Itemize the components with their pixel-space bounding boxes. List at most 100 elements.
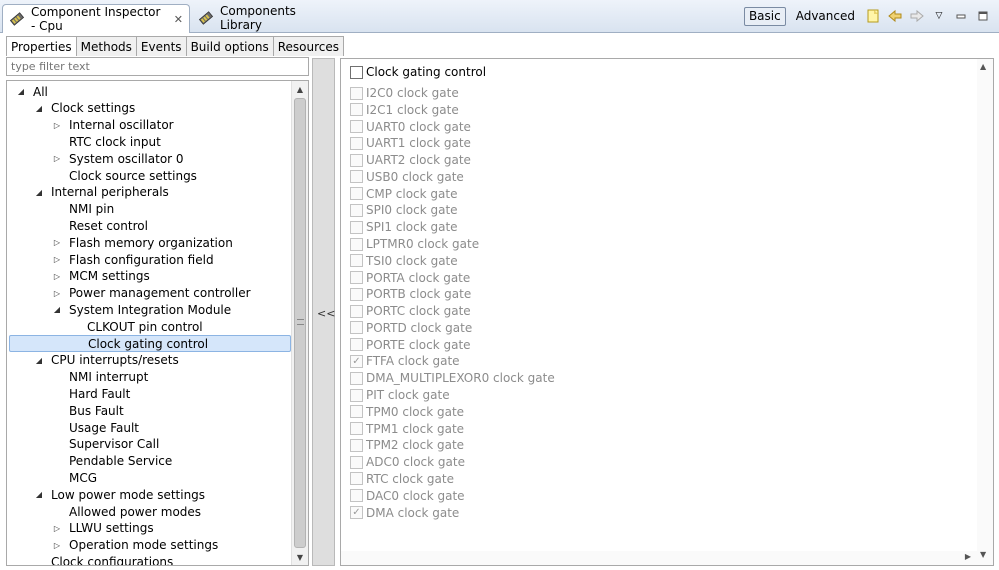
clock-gate-checkbox[interactable]: TPM0 clock gate — [350, 404, 464, 420]
clock-gating-control-checkbox[interactable]: Clock gating control — [350, 64, 486, 80]
tree-item[interactable]: NMI interrupt — [7, 369, 148, 386]
checkbox[interactable] — [350, 321, 363, 335]
tab-methods[interactable]: Methods — [75, 36, 137, 56]
checkbox[interactable] — [350, 472, 363, 486]
back-arrow-icon[interactable] — [887, 8, 903, 24]
tree-item[interactable]: ◢ Clock settings — [7, 100, 135, 117]
collapsed-arrow-icon[interactable]: ▷ — [51, 272, 63, 281]
scroll-up-icon[interactable]: ▲ — [292, 81, 308, 97]
maximize-icon[interactable] — [975, 8, 991, 24]
checkmark-icon[interactable]: ✓ — [350, 354, 363, 368]
checkbox[interactable] — [350, 220, 363, 234]
checkbox[interactable] — [350, 287, 363, 301]
collapsed-arrow-icon[interactable]: ▷ — [51, 255, 63, 264]
clock-gate-checkbox[interactable]: PORTA clock gate — [350, 270, 470, 286]
tab-events[interactable]: Events — [135, 36, 187, 56]
checkbox[interactable] — [350, 388, 363, 402]
checkbox[interactable] — [350, 120, 363, 134]
collapse-pane-button[interactable]: << — [317, 307, 335, 320]
filter-input[interactable] — [6, 57, 309, 76]
tree-item[interactable]: RTC clock input — [7, 133, 161, 150]
checkbox[interactable] — [350, 304, 363, 318]
checkbox[interactable] — [350, 371, 363, 385]
tree-item[interactable]: Clock source settings — [7, 167, 197, 184]
scroll-up-icon[interactable]: ▲ — [980, 62, 986, 71]
clock-gate-checkbox[interactable]: PORTC clock gate — [350, 303, 471, 319]
scroll-down-icon[interactable]: ▼ — [292, 549, 308, 565]
checkbox[interactable] — [350, 455, 363, 469]
tree-item[interactable]: Allowed power modes — [7, 503, 201, 520]
tree-item[interactable]: ▷ MCM settings — [7, 268, 150, 285]
tree-item[interactable]: ▷ Internal oscillator — [7, 117, 174, 134]
clock-gate-checkbox[interactable]: LPTMR0 clock gate — [350, 236, 479, 252]
clock-gate-checkbox[interactable]: UART2 clock gate — [350, 152, 471, 168]
expanded-arrow-icon[interactable]: ◢ — [51, 305, 63, 314]
collapsed-arrow-icon[interactable]: ▷ — [51, 154, 63, 163]
clock-gate-checkbox[interactable]: ✓ DMA clock gate — [350, 505, 459, 521]
checkbox[interactable] — [350, 136, 363, 150]
advanced-mode-button[interactable]: Advanced — [792, 7, 859, 26]
clock-gate-checkbox[interactable]: I2C0 clock gate — [350, 85, 459, 101]
tab-components-library[interactable]: Components Library — [192, 4, 322, 32]
collapsed-arrow-icon[interactable]: ▷ — [51, 289, 63, 298]
tree-item[interactable]: MCG — [7, 469, 97, 486]
collapsed-arrow-icon[interactable]: ▷ — [51, 541, 63, 550]
expanded-arrow-icon[interactable]: ◢ — [33, 104, 45, 113]
expanded-arrow-icon[interactable]: ◢ — [33, 356, 45, 365]
tab-component-inspector[interactable]: Component Inspector - Cpu ✕ — [2, 4, 190, 33]
close-icon[interactable]: ✕ — [174, 13, 183, 26]
tree-item[interactable]: ◢ Low power mode settings — [7, 486, 205, 503]
collapsed-arrow-icon[interactable]: ▷ — [51, 238, 63, 247]
clock-gate-checkbox[interactable]: TPM2 clock gate — [350, 437, 464, 453]
tab-build-options[interactable]: Build options — [185, 36, 274, 56]
collapsed-arrow-icon[interactable]: ▷ — [51, 121, 63, 130]
tree-item[interactable]: ▷ Flash memory organization — [7, 234, 233, 251]
checkbox[interactable] — [350, 103, 363, 117]
tree-item[interactable]: Clock gating control — [9, 335, 291, 352]
checkbox[interactable] — [350, 86, 363, 100]
clock-gate-checkbox[interactable]: SPI0 clock gate — [350, 202, 458, 218]
checkbox[interactable] — [350, 438, 363, 452]
tree-item[interactable]: ▷ LLWU settings — [7, 520, 154, 537]
checkbox[interactable] — [350, 422, 363, 436]
clock-gate-checkbox[interactable]: UART0 clock gate — [350, 119, 471, 135]
tree-item[interactable]: Reset control — [7, 217, 148, 234]
tree-item[interactable]: ◢ CPU interrupts/resets — [7, 352, 179, 369]
tree-item[interactable]: Hard Fault — [7, 385, 130, 402]
tree-item[interactable]: ◢ All — [7, 83, 48, 100]
expanded-arrow-icon[interactable]: ◢ — [15, 87, 27, 96]
clock-gate-checkbox[interactable]: PORTD clock gate — [350, 320, 472, 336]
scroll-right-icon[interactable]: ▶ — [965, 552, 971, 561]
clock-gate-checkbox[interactable]: ADC0 clock gate — [350, 454, 465, 470]
expanded-arrow-icon[interactable]: ◢ — [33, 188, 45, 197]
clock-gate-checkbox[interactable]: CMP clock gate — [350, 186, 457, 202]
clock-gate-checkbox[interactable]: I2C1 clock gate — [350, 102, 459, 118]
tree-item[interactable]: ▷ Power management controller — [7, 285, 251, 302]
clock-gate-checkbox[interactable]: PIT clock gate — [350, 387, 450, 403]
clock-gate-checkbox[interactable]: USB0 clock gate — [350, 169, 464, 185]
checkbox[interactable] — [350, 405, 363, 419]
clock-gate-checkbox[interactable]: DAC0 clock gate — [350, 488, 465, 504]
checkbox[interactable] — [350, 237, 363, 251]
minimize-icon[interactable] — [953, 8, 969, 24]
clock-gate-checkbox[interactable]: PORTB clock gate — [350, 286, 471, 302]
tab-properties[interactable]: Properties — [6, 36, 77, 56]
tree-item[interactable]: ▷ System oscillator 0 — [7, 150, 184, 167]
checkbox[interactable] — [350, 271, 363, 285]
clock-gate-checkbox[interactable]: TSI0 clock gate — [350, 253, 458, 269]
basic-mode-button[interactable]: Basic — [743, 6, 786, 26]
tree-item[interactable]: CLKOUT pin control — [7, 318, 203, 335]
clock-gate-checkbox[interactable]: TPM1 clock gate — [350, 421, 464, 437]
checkbox[interactable] — [350, 338, 363, 352]
clock-gate-checkbox[interactable]: RTC clock gate — [350, 471, 454, 487]
tree-item[interactable]: ◢ Internal peripherals — [7, 184, 169, 201]
expanded-arrow-icon[interactable]: ◢ — [33, 490, 45, 499]
forward-arrow-icon[interactable] — [909, 8, 925, 24]
tree-item[interactable]: ▷ Operation mode settings — [7, 537, 218, 554]
clock-gate-checkbox[interactable]: SPI1 clock gate — [350, 219, 458, 235]
detail-horizontal-scrollbar[interactable]: ▶ — [341, 551, 979, 565]
collapsed-arrow-icon[interactable]: ▷ — [51, 524, 63, 533]
detail-vertical-scrollbar[interactable]: ▲ ▼ — [977, 59, 993, 565]
checkbox[interactable] — [350, 170, 363, 184]
checkbox[interactable] — [350, 153, 363, 167]
